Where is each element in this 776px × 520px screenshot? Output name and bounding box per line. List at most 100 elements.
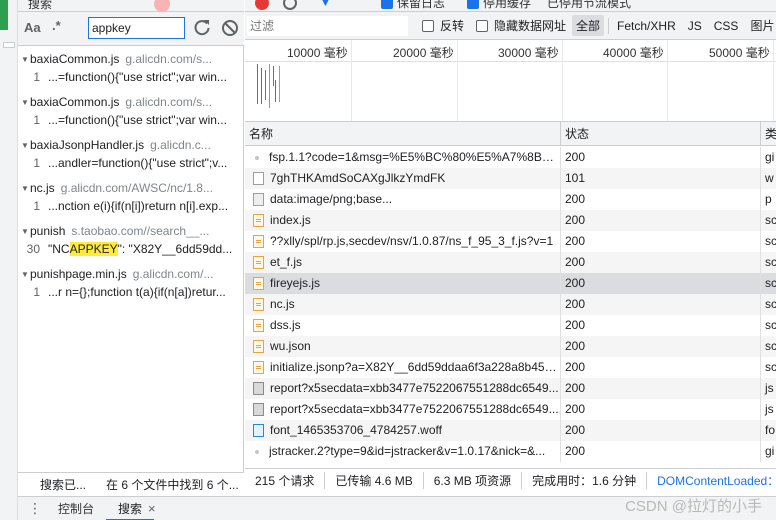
request-name-cell[interactable]: fireyejs.js [245,273,561,294]
request-row[interactable]: data:image/png;base... 200 p [245,189,776,210]
search-result-line[interactable]: 30 "NCAPPKEY": "X82Y__6dd59dd... [18,240,244,258]
request-name-cell[interactable]: et_f.js [245,252,561,273]
request-name: nc.js [270,297,295,311]
expand-triangle-icon[interactable]: ▼ [18,270,30,279]
type-filter-button[interactable]: JS [684,17,706,35]
transferred-size: 已传输 4.6 MB [325,472,424,489]
type-filter-button[interactable]: Fetch/XHR [613,17,680,35]
expand-triangle-icon[interactable]: ▼ [18,98,30,107]
request-name-cell[interactable]: wu.json [245,336,561,357]
timeline-gridline [351,40,352,121]
request-name-cell[interactable]: 7ghTHKAmdSoCAXgJlkzYmdFK [245,168,561,189]
request-name-cell[interactable]: nc.js [245,294,561,315]
preserve-log-checkbox[interactable] [381,0,393,9]
type-filter-button[interactable]: CSS [710,17,743,35]
record-icon[interactable] [255,0,269,10]
expand-triangle-icon[interactable]: ▼ [18,227,30,236]
search-result-line[interactable]: 1 ...r n={};function t(a){if(n[a])retur..… [18,283,244,301]
request-name-cell[interactable]: jstracker.2?type=9&id=jstracker&v=1.0.17… [245,441,561,462]
type-filter-button[interactable]: 图片 [746,15,776,36]
request-type: fo [765,423,776,437]
search-result-file[interactable]: ▼ nc.js g.alicdn.com/AWSC/nc/1.8... [18,179,244,197]
request-name-cell[interactable]: font_1465353706_4784257.woff [245,420,561,441]
request-row[interactable]: wu.json 200 sc [245,336,776,357]
search-result-file[interactable]: ▼ punishpage.min.js g.alicdn.com/... [18,265,244,283]
disable-cache-checkbox[interactable] [467,0,479,9]
request-name-cell[interactable]: report?x5secdata=xbb3477e7522067551288dc… [245,378,561,399]
request-row[interactable]: ??xlly/spl/rp.js,secdev/nsv/1.0.87/ns_f_… [245,231,776,252]
search-result-group[interactable]: ▼ baxiaCommon.js g.alicdn.com/s... 1 ...=fun… [18,47,244,90]
drawer-tab-console[interactable]: 控制台 [46,497,106,520]
request-row[interactable]: index.js 200 sc [245,210,776,231]
request-name-cell[interactable]: fsp.1.1?code=1&msg=%E5%BC%80%E5%A7%8B%E.… [245,147,561,168]
drawer-tab-search[interactable]: 搜索 [106,497,155,520]
request-row[interactable]: font_1465353706_4784257.woff 200 fo [245,420,776,441]
column-name-header[interactable]: 名称 [245,122,561,146]
request-name-cell[interactable]: report?x5secdata=xbb3477e7522067551288dc… [245,399,561,420]
filter-icon[interactable]: ▼ [319,0,332,9]
request-row[interactable]: 7ghTHKAmdSoCAXgJlkzYmdFK 101 w [245,168,776,189]
search-result-file[interactable]: ▼ baxiaJsonpHandler.js g.alicdn.c... [18,136,244,154]
request-type: sc [765,297,776,311]
filter-input[interactable] [247,15,408,36]
script-file-icon [253,298,264,311]
clear-search-icon[interactable] [218,16,242,40]
invert-box[interactable] [422,19,434,32]
result-line-code: ...andler=function(){"use strict";v... [48,156,227,170]
result-line-code: ...=function(){"use strict";var win... [48,70,227,84]
request-type: sc [765,234,776,248]
clear-log-icon[interactable] [283,0,297,10]
column-type-header[interactable]: 类 [761,122,776,146]
close-panel-icon[interactable] [154,0,170,11]
request-name-cell[interactable]: index.js [245,210,561,231]
timeline-tick-label: 20000 毫秒 [393,46,454,60]
search-result-group[interactable]: ▼ punish s.taobao.com//search__... 30 "NCAPP… [18,219,244,262]
expand-triangle-icon[interactable]: ▼ [18,55,30,64]
request-row[interactable]: report?x5secdata=xbb3477e7522067551288dc… [245,399,776,420]
hide-data-urls-checkbox[interactable]: 隐藏数据网址 [476,17,566,34]
code-before-match: ...=function(){"use strict";var win... [48,70,227,84]
search-result-group[interactable]: ▼ baxiaCommon.js g.alicdn.com/s... 1 ...=fun… [18,90,244,133]
column-status-header[interactable]: 状态 [561,122,761,146]
request-status: 200 [561,231,761,252]
search-result-line[interactable]: 1 ...andler=function(){"use strict";v... [18,154,244,172]
request-name-cell[interactable]: dss.js [245,315,561,336]
request-row[interactable]: report?x5secdata=xbb3477e7522067551288dc… [245,378,776,399]
expand-triangle-icon[interactable]: ▼ [18,184,30,193]
request-row[interactable]: initialize.jsonp?a=X82Y__6dd59ddaa6f3a22… [245,357,776,378]
search-result-line[interactable]: 1 ...=function(){"use strict";var win... [18,111,244,129]
search-result-line[interactable]: 1 ...nction e(i){if(n[i])return n[i].exp.… [18,197,244,215]
request-name-cell[interactable]: initialize.jsonp?a=X82Y__6dd59ddaa6f3a22… [245,357,561,378]
search-result-file[interactable]: ▼ baxiaCommon.js g.alicdn.com/s... [18,50,244,68]
type-filter-button[interactable]: 全部 [572,15,605,36]
drawer-menu-icon[interactable]: ⋮ [24,500,46,517]
expand-triangle-icon[interactable]: ▼ [18,141,30,150]
request-row[interactable]: dss.js 200 sc [245,315,776,336]
request-name-cell[interactable]: data:image/png;base... [245,189,561,210]
search-result-file[interactable]: ▼ punish s.taobao.com//search__... [18,222,244,240]
search-result-group[interactable]: ▼ punishpage.min.js g.alicdn.com/... 1 ...r … [18,262,244,305]
dom-content-loaded: DOMContentLoaded：1. [657,474,776,488]
regex-toggle[interactable]: .* [52,18,61,33]
request-row[interactable]: jstracker.2?type=9&id=jstracker&v=1.0.17… [245,441,776,462]
search-result-file[interactable]: ▼ baxiaCommon.js g.alicdn.com/s... [18,93,244,111]
request-type: js [765,402,774,416]
search-result-group[interactable]: ▼ baxiaJsonpHandler.js g.alicdn.c... 1 ...an… [18,133,244,176]
request-row[interactable]: nc.js 200 sc [245,294,776,315]
close-tab-icon[interactable]: × [148,501,156,516]
throttle-select[interactable]: 已停用节流模式 [547,0,631,11]
timeline-tick-label: 40000 毫秒 [603,46,664,60]
search-result-line[interactable]: 1 ...=function(){"use strict";var win... [18,68,244,86]
search-input[interactable] [88,17,185,39]
invert-checkbox[interactable]: 反转 [422,17,464,34]
match-case-toggle[interactable]: Aa [24,20,41,35]
refresh-icon[interactable] [190,16,214,40]
search-result-group[interactable]: ▼ nc.js g.alicdn.com/AWSC/nc/1.8... 1 ...nct… [18,176,244,219]
hide-data-urls-box[interactable] [476,19,489,32]
dot-file-icon [255,155,259,160]
request-row[interactable]: et_f.js 200 sc [245,252,776,273]
request-status: 200 [561,252,761,273]
request-row[interactable]: fireyejs.js 200 sc [245,273,776,294]
request-row[interactable]: fsp.1.1?code=1&msg=%E5%BC%80%E5%A7%8B%E.… [245,147,776,168]
request-name-cell[interactable]: ??xlly/spl/rp.js,secdev/nsv/1.0.87/ns_f_… [245,231,561,252]
